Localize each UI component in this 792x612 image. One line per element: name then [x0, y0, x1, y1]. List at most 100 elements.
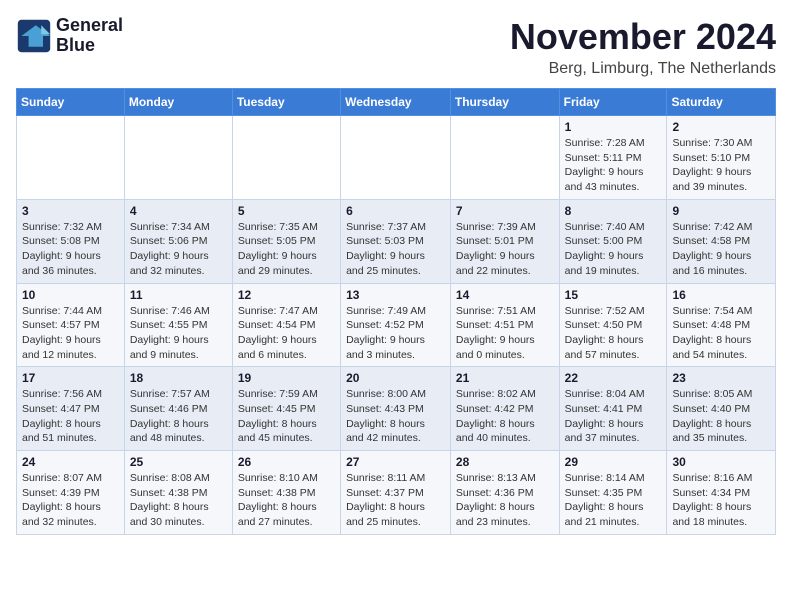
day-cell: 9 Sunrise: 7:42 AMSunset: 4:58 PMDaylight…	[667, 199, 776, 283]
day-cell: 16 Sunrise: 7:54 AMSunset: 4:48 PMDayligh…	[667, 283, 776, 367]
day-number: 20	[346, 371, 445, 385]
day-number: 3	[22, 204, 119, 218]
day-info: Sunrise: 7:57 AMSunset: 4:46 PMDaylight:…	[130, 387, 227, 446]
day-cell: 13Sunrise: 7:49 AMSunset: 4:52 PMDayligh…	[341, 283, 451, 367]
day-info: Sunrise: 7:28 AMSunset: 5:11 PMDaylight:…	[565, 136, 662, 195]
day-number: 4	[130, 204, 227, 218]
logo-icon	[16, 18, 52, 54]
week-row-2: 3 Sunrise: 7:32 AMSunset: 5:08 PMDaylight…	[17, 199, 776, 283]
day-info: Sunrise: 8:02 AMSunset: 4:42 PMDaylight:…	[456, 387, 554, 446]
day-cell: 30 Sunrise: 8:16 AMSunset: 4:34 PMDayligh…	[667, 451, 776, 535]
header-cell-sunday: Sunday	[17, 89, 125, 116]
day-info: Sunrise: 7:30 AMSunset: 5:10 PMDaylight:…	[672, 136, 770, 195]
day-number: 6	[346, 204, 445, 218]
header-cell-wednesday: Wednesday	[341, 89, 451, 116]
day-number: 19	[238, 371, 335, 385]
day-info: Sunrise: 7:39 AMSunset: 5:01 PMDaylight:…	[456, 220, 554, 279]
day-cell	[124, 116, 232, 200]
title-area: November 2024 Berg, Limburg, The Netherl…	[510, 16, 776, 78]
calendar-header: SundayMondayTuesdayWednesdayThursdayFrid…	[17, 89, 776, 116]
day-info: Sunrise: 8:14 AMSunset: 4:35 PMDaylight:…	[565, 471, 662, 530]
location-title: Berg, Limburg, The Netherlands	[510, 60, 776, 78]
day-number: 28	[456, 455, 554, 469]
day-info: Sunrise: 7:40 AMSunset: 5:00 PMDaylight:…	[565, 220, 662, 279]
day-number: 15	[565, 288, 662, 302]
day-info: Sunrise: 7:59 AMSunset: 4:45 PMDaylight:…	[238, 387, 335, 446]
day-info: Sunrise: 8:13 AMSunset: 4:36 PMDaylight:…	[456, 471, 554, 530]
day-number: 30	[672, 455, 770, 469]
header-cell-tuesday: Tuesday	[232, 89, 340, 116]
day-number: 21	[456, 371, 554, 385]
day-cell: 22Sunrise: 8:04 AMSunset: 4:41 PMDayligh…	[559, 367, 667, 451]
day-cell: 5 Sunrise: 7:35 AMSunset: 5:05 PMDaylight…	[232, 199, 340, 283]
day-info: Sunrise: 7:46 AMSunset: 4:55 PMDaylight:…	[130, 304, 227, 363]
calendar-body: 1Sunrise: 7:28 AMSunset: 5:11 PMDaylight…	[17, 116, 776, 535]
day-info: Sunrise: 8:00 AMSunset: 4:43 PMDaylight:…	[346, 387, 445, 446]
day-info: Sunrise: 7:52 AMSunset: 4:50 PMDaylight:…	[565, 304, 662, 363]
day-number: 9	[672, 204, 770, 218]
day-cell: 26 Sunrise: 8:10 AMSunset: 4:38 PMDayligh…	[232, 451, 340, 535]
day-cell: 20 Sunrise: 8:00 AMSunset: 4:43 PMDayligh…	[341, 367, 451, 451]
day-cell	[17, 116, 125, 200]
day-info: Sunrise: 7:54 AMSunset: 4:48 PMDaylight:…	[672, 304, 770, 363]
day-cell: 4 Sunrise: 7:34 AMSunset: 5:06 PMDaylight…	[124, 199, 232, 283]
day-number: 26	[238, 455, 335, 469]
day-number: 24	[22, 455, 119, 469]
day-number: 23	[672, 371, 770, 385]
day-cell: 23Sunrise: 8:05 AMSunset: 4:40 PMDayligh…	[667, 367, 776, 451]
day-cell: 28 Sunrise: 8:13 AMSunset: 4:36 PMDayligh…	[450, 451, 559, 535]
day-cell: 10 Sunrise: 7:44 AMSunset: 4:57 PMDayligh…	[17, 283, 125, 367]
day-info: Sunrise: 8:07 AMSunset: 4:39 PMDaylight:…	[22, 471, 119, 530]
day-cell: 15 Sunrise: 7:52 AMSunset: 4:50 PMDayligh…	[559, 283, 667, 367]
day-number: 27	[346, 455, 445, 469]
day-cell: 3 Sunrise: 7:32 AMSunset: 5:08 PMDaylight…	[17, 199, 125, 283]
day-cell: 6 Sunrise: 7:37 AMSunset: 5:03 PMDaylight…	[341, 199, 451, 283]
day-number: 8	[565, 204, 662, 218]
day-info: Sunrise: 7:44 AMSunset: 4:57 PMDaylight:…	[22, 304, 119, 363]
day-cell: 24 Sunrise: 8:07 AMSunset: 4:39 PMDayligh…	[17, 451, 125, 535]
header-cell-friday: Friday	[559, 89, 667, 116]
logo-line1: General	[56, 16, 123, 36]
logo-line2: Blue	[56, 36, 123, 56]
day-info: Sunrise: 7:47 AMSunset: 4:54 PMDaylight:…	[238, 304, 335, 363]
header-cell-monday: Monday	[124, 89, 232, 116]
day-info: Sunrise: 7:32 AMSunset: 5:08 PMDaylight:…	[22, 220, 119, 279]
day-cell: 2 Sunrise: 7:30 AMSunset: 5:10 PMDaylight…	[667, 116, 776, 200]
day-info: Sunrise: 7:35 AMSunset: 5:05 PMDaylight:…	[238, 220, 335, 279]
day-number: 5	[238, 204, 335, 218]
day-cell: 7Sunrise: 7:39 AMSunset: 5:01 PMDaylight…	[450, 199, 559, 283]
day-number: 10	[22, 288, 119, 302]
day-info: Sunrise: 7:49 AMSunset: 4:52 PMDaylight:…	[346, 304, 445, 363]
day-number: 29	[565, 455, 662, 469]
day-info: Sunrise: 8:16 AMSunset: 4:34 PMDaylight:…	[672, 471, 770, 530]
day-cell: 29 Sunrise: 8:14 AMSunset: 4:35 PMDayligh…	[559, 451, 667, 535]
day-cell	[232, 116, 340, 200]
month-title: November 2024	[510, 16, 776, 58]
day-cell: 17Sunrise: 7:56 AMSunset: 4:47 PMDayligh…	[17, 367, 125, 451]
day-number: 16	[672, 288, 770, 302]
week-row-1: 1Sunrise: 7:28 AMSunset: 5:11 PMDaylight…	[17, 116, 776, 200]
day-info: Sunrise: 7:34 AMSunset: 5:06 PMDaylight:…	[130, 220, 227, 279]
day-number: 25	[130, 455, 227, 469]
day-info: Sunrise: 8:11 AMSunset: 4:37 PMDaylight:…	[346, 471, 445, 530]
day-cell	[450, 116, 559, 200]
day-number: 2	[672, 120, 770, 134]
day-number: 22	[565, 371, 662, 385]
day-number: 17	[22, 371, 119, 385]
day-cell: 25 Sunrise: 8:08 AMSunset: 4:38 PMDayligh…	[124, 451, 232, 535]
day-cell: 21 Sunrise: 8:02 AMSunset: 4:42 PMDayligh…	[450, 367, 559, 451]
day-info: Sunrise: 7:42 AMSunset: 4:58 PMDaylight:…	[672, 220, 770, 279]
day-number: 18	[130, 371, 227, 385]
day-cell: 11Sunrise: 7:46 AMSunset: 4:55 PMDayligh…	[124, 283, 232, 367]
day-cell: 14 Sunrise: 7:51 AMSunset: 4:51 PMDayligh…	[450, 283, 559, 367]
day-cell: 1Sunrise: 7:28 AMSunset: 5:11 PMDaylight…	[559, 116, 667, 200]
day-number: 14	[456, 288, 554, 302]
day-info: Sunrise: 8:08 AMSunset: 4:38 PMDaylight:…	[130, 471, 227, 530]
week-row-4: 17Sunrise: 7:56 AMSunset: 4:47 PMDayligh…	[17, 367, 776, 451]
day-info: Sunrise: 8:10 AMSunset: 4:38 PMDaylight:…	[238, 471, 335, 530]
week-row-3: 10 Sunrise: 7:44 AMSunset: 4:57 PMDayligh…	[17, 283, 776, 367]
day-cell: 12Sunrise: 7:47 AMSunset: 4:54 PMDayligh…	[232, 283, 340, 367]
day-info: Sunrise: 7:37 AMSunset: 5:03 PMDaylight:…	[346, 220, 445, 279]
day-cell: 19 Sunrise: 7:59 AMSunset: 4:45 PMDayligh…	[232, 367, 340, 451]
day-info: Sunrise: 7:51 AMSunset: 4:51 PMDaylight:…	[456, 304, 554, 363]
